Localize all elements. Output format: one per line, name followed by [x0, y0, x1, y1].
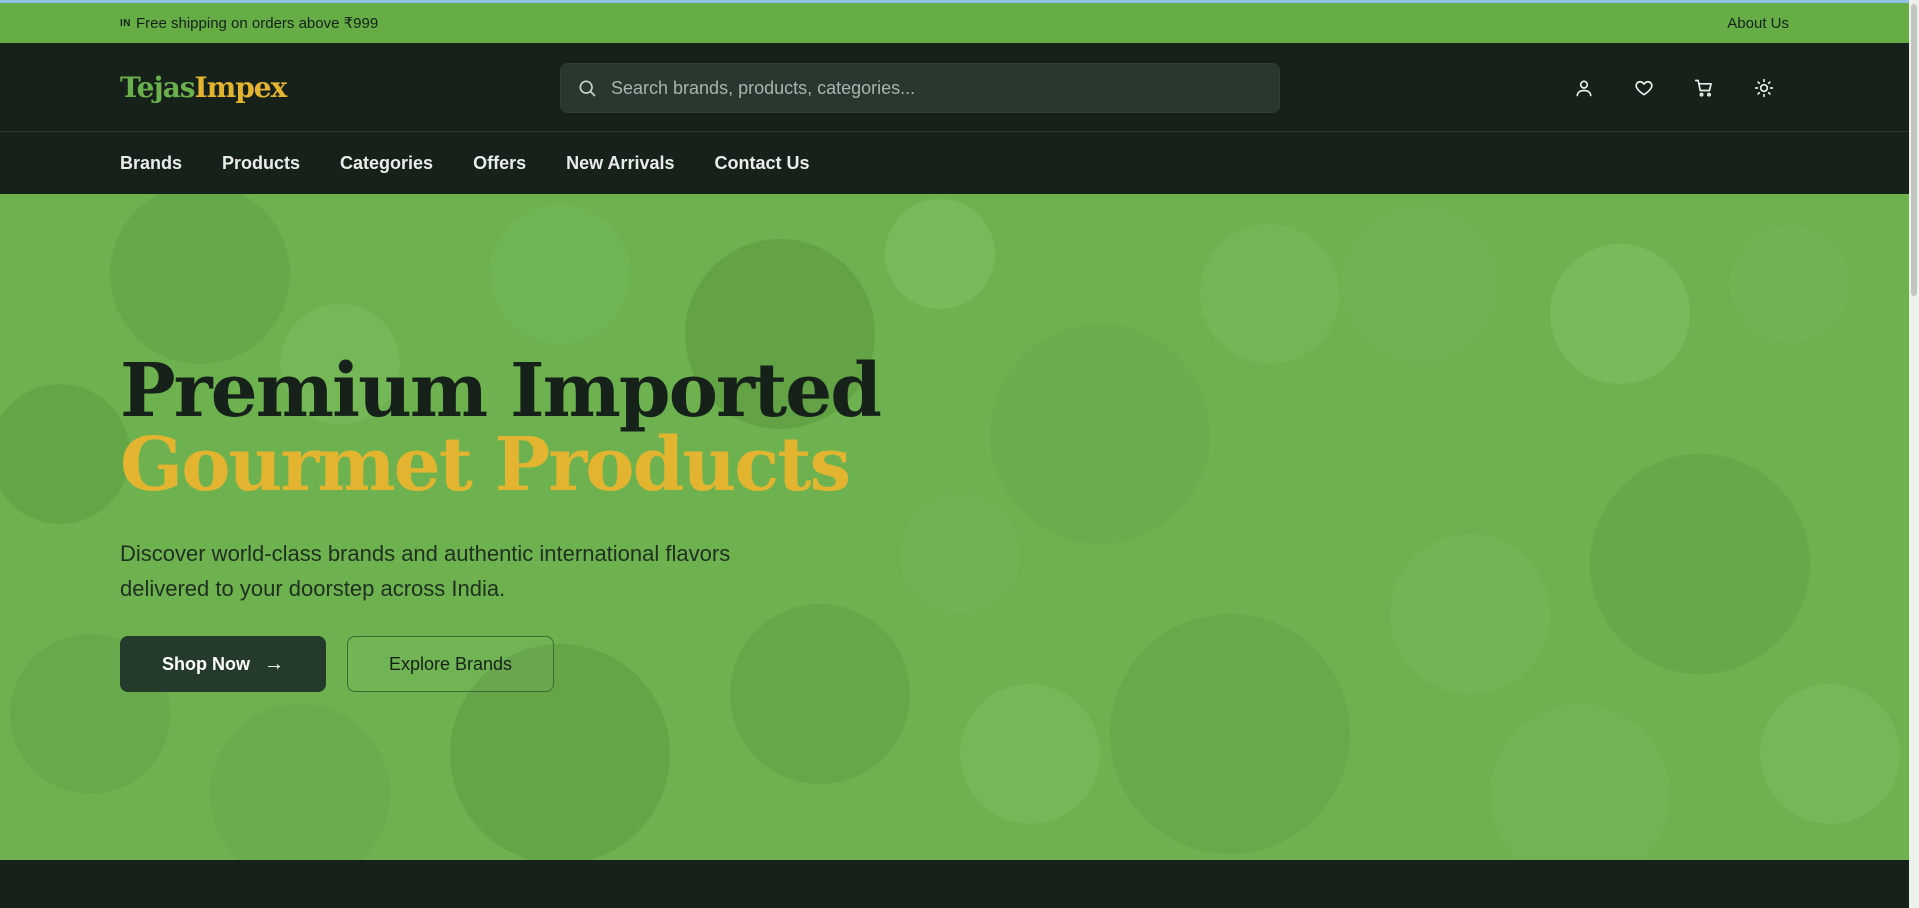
search-icon	[579, 80, 596, 97]
nav-brands[interactable]: Brands	[120, 153, 182, 174]
heart-icon	[1635, 80, 1653, 95]
explore-brands-button[interactable]: Explore Brands	[347, 636, 554, 692]
main-nav: Brands Products Categories Offers New Ar…	[0, 132, 1909, 194]
search-box[interactable]	[560, 63, 1280, 113]
page: IN Free shipping on orders above ₹999 Ab…	[0, 0, 1909, 908]
nav-categories[interactable]: Categories	[340, 153, 433, 174]
announcement-bar: IN Free shipping on orders above ₹999 Ab…	[0, 3, 1909, 43]
sun-icon	[1754, 78, 1774, 97]
announcement-text-wrap: IN Free shipping on orders above ₹999	[120, 3, 378, 43]
hero-content: Premium Imported Gourmet Products Discov…	[120, 348, 882, 692]
nav-contact-us[interactable]: Contact Us	[714, 153, 809, 174]
logo-part-1: Tejas	[120, 71, 195, 104]
cart-button[interactable]	[1690, 74, 1718, 102]
search-input[interactable]	[611, 77, 1251, 99]
header-icons	[1570, 43, 1810, 132]
account-button[interactable]	[1570, 74, 1598, 102]
next-section	[0, 860, 1909, 908]
site-header: Tejas Impex	[0, 43, 1909, 132]
hero-title-line-2: Gourmet Products	[120, 422, 851, 508]
theme-toggle-button[interactable]	[1750, 74, 1778, 102]
cart-icon	[1694, 79, 1712, 97]
arrow-right-icon: →	[264, 652, 284, 675]
logo[interactable]: Tejas Impex	[120, 43, 287, 132]
hero-section: Premium Imported Gourmet Products Discov…	[0, 194, 1909, 860]
nav-offers[interactable]: Offers	[473, 153, 526, 174]
india-flag-icon: IN	[120, 17, 131, 29]
user-icon	[1576, 80, 1592, 96]
about-us-link[interactable]: About Us	[1727, 3, 1789, 43]
announcement-text: Free shipping on orders above ₹999	[136, 15, 379, 32]
shop-now-button[interactable]: Shop Now →	[120, 636, 326, 692]
wishlist-button[interactable]	[1630, 74, 1658, 102]
hero-title: Premium Imported Gourmet Products	[120, 348, 882, 508]
hero-buttons: Shop Now → Explore Brands	[120, 636, 880, 692]
scrollbar[interactable]	[1909, 0, 1919, 908]
hero-subtitle: Discover world-class brands and authenti…	[120, 541, 731, 601]
nav-new-arrivals[interactable]: New Arrivals	[566, 153, 674, 174]
scrollbar-thumb[interactable]	[1911, 4, 1917, 296]
hero-title-line-1: Premium Imported	[120, 348, 882, 434]
nav-products[interactable]: Products	[222, 153, 300, 174]
shop-now-label: Shop Now	[162, 653, 250, 674]
logo-part-2: Impex	[194, 71, 287, 104]
